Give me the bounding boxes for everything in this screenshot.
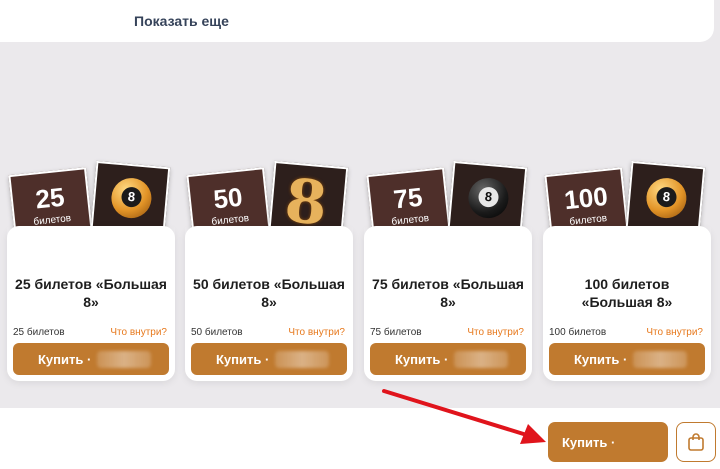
price-blurred — [454, 350, 509, 368]
cart-button[interactable] — [676, 422, 716, 462]
whats-inside-link[interactable]: Что внутри? — [110, 327, 167, 338]
buy-button[interactable]: Купить · — [549, 343, 705, 375]
whats-inside-link[interactable]: Что внутри? — [646, 327, 703, 338]
card-title: 100 билетов «Большая 8» — [581, 276, 673, 310]
buy-button-label: Купить · — [38, 351, 92, 367]
buy-button[interactable]: Купить · — [13, 343, 169, 375]
card-ticket-count: 100 билетов — [549, 327, 607, 338]
show-more-bar: Показать еще — [0, 0, 714, 42]
ball-eight-icon: 8 — [477, 186, 500, 208]
card-title: 50 билетов «Большая 8» — [193, 276, 345, 310]
main-buy-label: Купить · — [562, 434, 616, 450]
price-blurred — [275, 350, 330, 368]
buy-button[interactable]: Купить · — [191, 343, 347, 375]
card-title: 25 билетов «Большая 8» — [15, 276, 167, 310]
price-blurred — [633, 350, 688, 368]
ball-eight-icon: 8 — [655, 186, 678, 208]
show-more-button[interactable]: Показать еще — [134, 13, 229, 29]
card-ticket-count: 25 билетов — [13, 327, 65, 338]
ball-eight-icon: 8 — [120, 186, 143, 208]
card-title: 75 билетов «Большая 8» — [372, 276, 524, 310]
buy-button[interactable]: Купить · — [370, 343, 526, 375]
product-card-body: 50 билетов «Большая 8» 50 билетов Что вн… — [185, 226, 353, 381]
shopping-bag-icon — [688, 433, 704, 451]
buy-button-label: Купить · — [216, 351, 270, 367]
price-blurred — [97, 350, 152, 368]
product-card-body: 100 билетов «Большая 8» 100 билетов Что … — [543, 226, 711, 381]
whats-inside-link[interactable]: Что внутри? — [288, 327, 345, 338]
main-buy-button[interactable]: Купить · — [548, 422, 668, 462]
whats-inside-link[interactable]: Что внутри? — [467, 327, 524, 338]
card-ticket-count: 50 билетов — [191, 327, 243, 338]
card-ticket-count: 75 билетов — [370, 327, 422, 338]
buy-button-label: Купить · — [574, 351, 628, 367]
buy-button-label: Купить · — [395, 351, 449, 367]
product-card-body: 25 билетов «Большая 8» 25 билетов Что вн… — [7, 226, 175, 381]
product-card-body: 75 билетов «Большая 8» 75 билетов Что вн… — [364, 226, 532, 381]
